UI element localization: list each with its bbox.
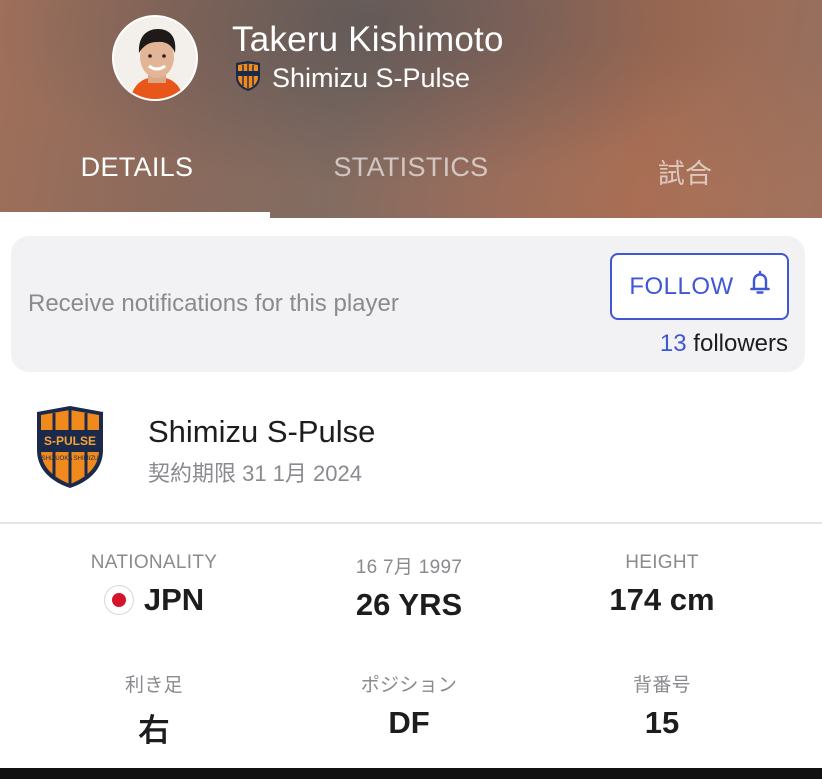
followers-label: followers — [693, 330, 788, 357]
stat-label: NATIONALITY — [90, 552, 218, 573]
player-team[interactable]: Shimizu S-Pulse — [234, 60, 470, 97]
club-logo[interactable]: S-PULSE SHIZUOKA SHIMIZU — [34, 404, 106, 490]
club-logo-text: S-PULSE — [44, 434, 96, 448]
player-header: Takeru Kishimoto Shimizu S-Pulse DETAILS… — [0, 0, 822, 218]
contract-expiry: 契約期限 31 1月 2024 — [148, 461, 362, 486]
stat-value: 15 — [644, 705, 680, 740]
player-avatar — [112, 15, 198, 101]
player-name: Takeru Kishimoto — [232, 20, 504, 59]
stat-value: 174 cm — [609, 582, 715, 617]
follow-card: Receive notifications for this player FO… — [11, 236, 805, 372]
tab-statistics[interactable]: STATISTICS — [274, 140, 548, 218]
bottom-edge-bar — [0, 768, 822, 779]
club-crest-icon — [234, 60, 262, 97]
stat-label: 16 7月 1997 — [355, 557, 463, 578]
section-divider — [0, 522, 822, 524]
follow-button-label: FOLLOW — [629, 272, 734, 300]
follow-button[interactable]: FOLLOW — [610, 253, 789, 320]
stat-label: ポジション — [360, 675, 458, 696]
bell-icon — [749, 270, 770, 303]
stat-label: 利き足 — [125, 675, 183, 696]
player-team-name: Shimizu S-Pulse — [272, 63, 471, 93]
stat-age: 16 7月 1997 26 YRS — [272, 552, 546, 623]
stat-shirt-number: 背番号 15 — [525, 670, 799, 741]
stat-label: HEIGHT — [625, 552, 699, 573]
stat-preferred-foot: 利き足 右 — [17, 670, 291, 750]
tab-details[interactable]: DETAILS — [0, 140, 274, 218]
stat-value: JPN — [143, 582, 205, 617]
followers-count: 13 followers — [660, 330, 788, 358]
stat-value: 26 YRS — [355, 587, 463, 622]
tab-bar: DETAILS STATISTICS 試合 — [0, 140, 822, 218]
club-logo-subtext: SHIZUOKA SHIMIZU — [42, 456, 99, 462]
stat-position: ポジション DF — [272, 670, 546, 741]
stat-value: 右 — [138, 713, 170, 748]
club-name[interactable]: Shimizu S-Pulse — [148, 414, 375, 450]
follow-prompt: Receive notifications for this player — [28, 290, 399, 317]
stat-nationality: NATIONALITY JPN — [17, 552, 291, 618]
japan-flag-icon — [103, 585, 134, 615]
stat-label: 背番号 — [633, 675, 691, 696]
stat-value: DF — [388, 705, 430, 740]
tab-matches[interactable]: 試合 — [548, 140, 822, 218]
stat-height: HEIGHT 174 cm — [525, 552, 799, 618]
followers-number: 13 — [659, 330, 687, 357]
